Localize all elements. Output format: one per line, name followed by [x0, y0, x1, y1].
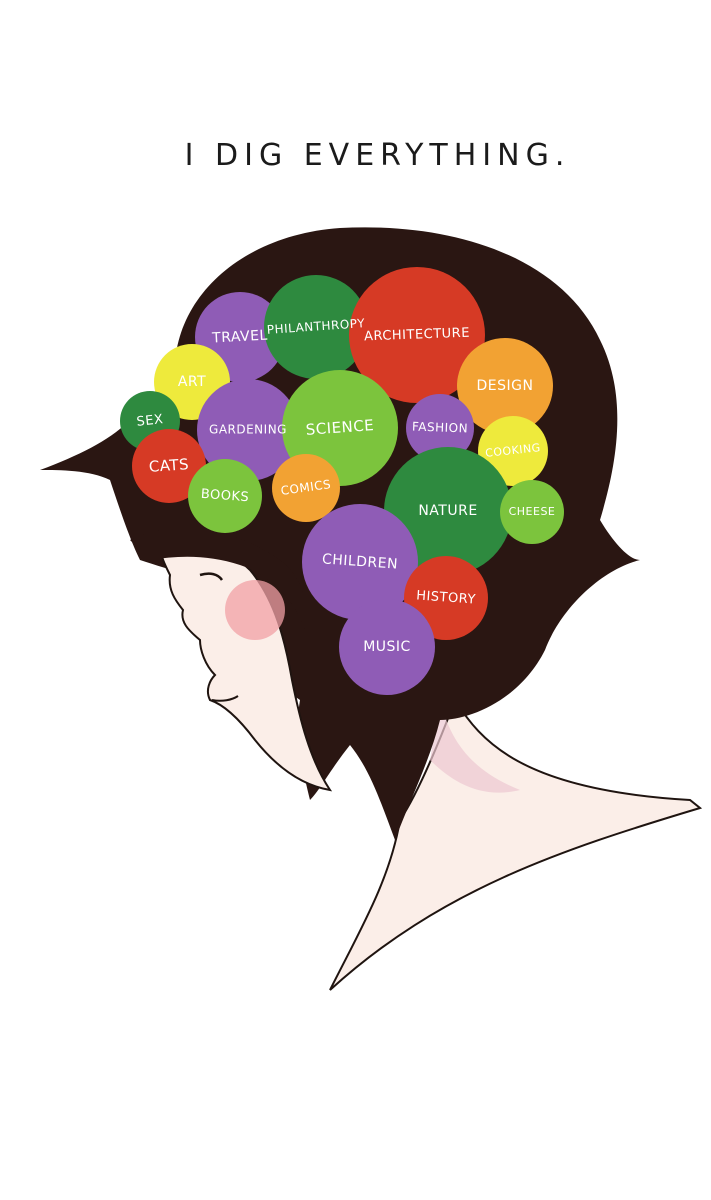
bubble-label-cats: CATS [148, 455, 189, 476]
bubble-label-gardening: GARDENING [209, 423, 287, 437]
bubble-label-travel: TRAVEL [211, 328, 268, 347]
illustration: I DIG EVERYTHING. TRAVEL PHILANTHROPY ARCH… [0, 0, 711, 1200]
bubble-label-cheese: CHEESE [509, 505, 556, 518]
bubble-label-fashion: FASHION [412, 420, 469, 436]
bubble-label-music: MUSIC [363, 639, 411, 655]
bubble-label-nature: NATURE [418, 503, 477, 519]
bubble-label-art: ART [178, 374, 206, 390]
girl-head-illustration: TRAVELPHILANTHROPYARCHITECTUREART DESIGNS… [40, 227, 703, 991]
bubble-label-sex: SEX [136, 412, 164, 430]
blush [225, 580, 285, 640]
bubble-label-design: DESIGN [477, 378, 534, 394]
